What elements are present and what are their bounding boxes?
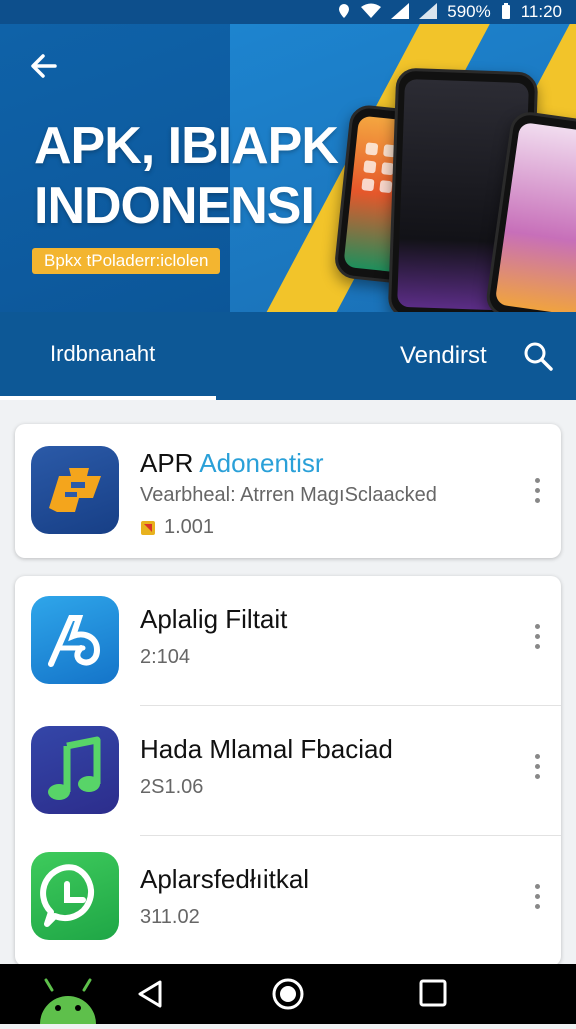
page-title: APK, IBIAPK INDONENSI <box>34 116 354 236</box>
list-item[interactable]: Aplalig Filtait 2:104 <box>15 576 561 706</box>
battery-icon <box>501 2 511 22</box>
app-title: Aplalig Filtait <box>140 604 288 634</box>
app-meta: 2:104 <box>140 646 191 668</box>
rating-badge-icon <box>141 520 155 535</box>
more-options-button[interactable] <box>527 616 547 656</box>
apk-logo-icon <box>31 446 119 534</box>
app-meta: 311.02 <box>140 906 200 928</box>
tab-bar: Irdbnanaht Vendirst <box>0 312 576 400</box>
tab-secondary[interactable]: Vendirst <box>400 312 487 400</box>
featured-app-title: APR Adonentisr <box>140 448 324 479</box>
android-logo-icon <box>34 978 102 1024</box>
chat-phone-icon <box>31 852 119 940</box>
more-options-button[interactable] <box>527 876 547 916</box>
wifi-icon <box>361 3 382 22</box>
page-title-line1: APK, IBIAPK <box>34 117 339 175</box>
home-circle-icon <box>272 978 304 1010</box>
app-list: Aplalig Filtait 2:104 Hada Mlamal Fbacia… <box>15 576 561 966</box>
more-options-icon <box>534 477 540 483</box>
tab-primary[interactable]: Irdbnanaht <box>0 312 216 400</box>
system-nav-bar <box>0 964 576 1024</box>
nav-home-button[interactable] <box>268 976 308 1012</box>
featured-title-main: APR <box>140 448 194 478</box>
list-item[interactable]: Hada Mlamal Fbaciad 2S1.06 <box>15 706 561 836</box>
search-button[interactable] <box>520 338 556 374</box>
more-options-icon <box>534 623 540 629</box>
more-options-button[interactable] <box>527 470 547 510</box>
back-triangle-icon <box>138 980 162 1008</box>
featured-app-card[interactable]: APR Adonentisr Vearbheal: Atrren MagıScl… <box>15 424 561 558</box>
featured-rating: 1.001 <box>164 516 215 538</box>
back-button[interactable] <box>24 46 64 86</box>
subtitle-badge: Bpkx tPoladerr:iclolen <box>32 248 221 274</box>
clock: 11:20 <box>520 2 562 21</box>
tab-indicator <box>0 396 216 400</box>
page-title-line2: INDONENSI <box>34 177 315 235</box>
app-meta: 2S1.06 <box>140 776 204 798</box>
location-icon <box>337 3 351 22</box>
more-options-icon <box>534 753 540 759</box>
signal-icon <box>391 2 410 22</box>
stylized-a-icon <box>31 596 119 684</box>
featured-title-accent: Adonentisr <box>199 448 324 478</box>
featured-app-row[interactable]: APR Adonentisr Vearbheal: Atrren MagıScl… <box>15 424 561 558</box>
recents-square-icon <box>419 979 447 1007</box>
status-bar: 590% 11:20 <box>0 0 576 24</box>
more-options-icon <box>534 883 540 889</box>
nav-back-button[interactable] <box>130 976 170 1012</box>
signal-2-icon <box>419 2 438 22</box>
list-item[interactable]: Aplarsfedłıitkal 311.02 <box>15 836 561 966</box>
back-arrow-icon <box>31 54 57 78</box>
app-title: Aplarsfedłıitkal <box>140 864 310 894</box>
nav-recents-button[interactable] <box>412 976 452 1012</box>
tab-primary-label: Irdbnanaht <box>50 341 156 366</box>
more-options-button[interactable] <box>527 746 547 786</box>
app-header: APK, IBIAPK INDONENSI Bpkx tPoladerr:icl… <box>0 24 576 400</box>
featured-app-description: Vearbheal: Atrren MagıSclaacked <box>140 484 437 506</box>
featured-app-meta: 1.001 <box>140 516 214 539</box>
music-note-icon <box>31 726 119 814</box>
search-icon <box>524 342 553 371</box>
app-title: Hada Mlamal Fbaciad <box>140 734 393 764</box>
battery-percent: 590% <box>447 2 491 21</box>
